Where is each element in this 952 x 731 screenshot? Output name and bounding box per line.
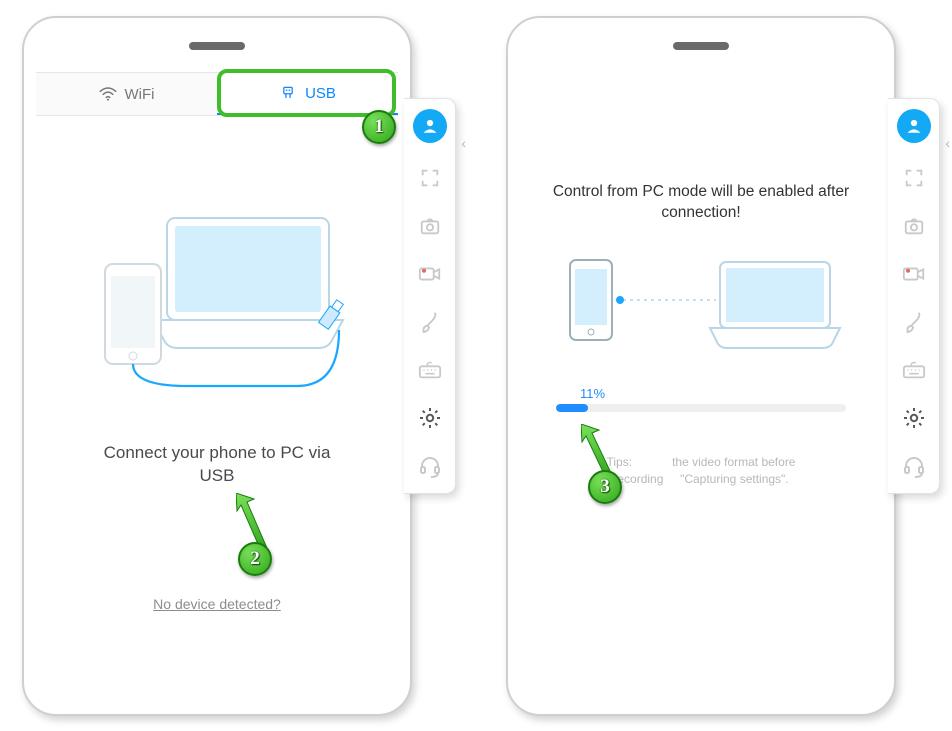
- person-icon: [905, 117, 923, 135]
- step-badge-3-num: 3: [600, 476, 610, 498]
- screenshot-button[interactable]: [901, 213, 927, 239]
- tips-prefix: Tips:: [607, 455, 633, 469]
- brush-icon: [903, 310, 925, 334]
- fullscreen-icon: [903, 167, 925, 189]
- connecting-heading: Control from PC mode will be enabled aft…: [551, 182, 851, 224]
- keyboard-icon: [418, 360, 442, 380]
- tips-end: "Capturing settings".: [680, 472, 789, 486]
- draw-button[interactable]: [901, 309, 927, 335]
- progress-percent: 11%: [580, 386, 605, 401]
- usb-icon: [279, 86, 297, 100]
- left-panel: WiFi USB: [22, 16, 446, 716]
- screenshot-button[interactable]: [417, 213, 443, 239]
- right-panel: Control from PC mode will be enabled aft…: [506, 16, 930, 716]
- no-device-link[interactable]: No device detected?: [153, 596, 281, 612]
- brush-icon: [419, 310, 441, 334]
- fullscreen-button[interactable]: [417, 165, 443, 191]
- phone-speaker: [189, 42, 245, 50]
- draw-button[interactable]: [417, 309, 443, 335]
- tab-wifi[interactable]: WiFi: [36, 73, 217, 115]
- phone-to-laptop-illustration: [556, 254, 846, 354]
- tab-wifi-label: WiFi: [125, 86, 155, 103]
- person-icon: [421, 117, 439, 135]
- step-badge-1: 1: [362, 110, 396, 144]
- gear-icon: [902, 406, 926, 430]
- side-rail-right: ‹: [888, 98, 940, 494]
- keyboard-icon: [902, 360, 926, 380]
- step-badge-3: 3: [588, 470, 622, 504]
- phone-frame-left: WiFi USB: [22, 16, 412, 716]
- connection-tabbar: WiFi USB: [36, 72, 398, 116]
- tab-usb-label: USB: [305, 85, 336, 102]
- step-badge-2-num: 2: [250, 548, 260, 570]
- record-button[interactable]: [901, 261, 927, 287]
- gear-icon: [418, 406, 442, 430]
- settings-button[interactable]: [901, 405, 927, 431]
- progress-bar: [556, 404, 846, 412]
- headset-icon: [902, 454, 926, 478]
- phone-frame-right: Control from PC mode will be enabled aft…: [506, 16, 896, 716]
- record-icon: [902, 263, 926, 285]
- side-rail-left: ‹: [404, 98, 456, 494]
- tab-usb[interactable]: USB: [217, 73, 398, 115]
- usb-connect-illustration: [87, 210, 347, 390]
- headset-icon: [418, 454, 442, 478]
- camera-icon: [903, 215, 925, 237]
- connect-instruction: Connect your phone to PC via USB: [87, 442, 347, 488]
- camera-icon: [419, 215, 441, 237]
- rail-collapse-chevron-icon[interactable]: ‹: [945, 135, 950, 151]
- progress-bar-fill: [556, 404, 588, 412]
- support-button[interactable]: [417, 453, 443, 479]
- record-button[interactable]: [417, 261, 443, 287]
- fullscreen-button[interactable]: [901, 165, 927, 191]
- fullscreen-icon: [419, 167, 441, 189]
- keyboard-button[interactable]: [417, 357, 443, 383]
- step-badge-2: 2: [238, 542, 272, 576]
- wifi-icon: [99, 87, 117, 101]
- phone-speaker: [673, 42, 729, 50]
- support-button[interactable]: [901, 453, 927, 479]
- settings-button[interactable]: [417, 405, 443, 431]
- record-icon: [418, 263, 442, 285]
- account-avatar-button[interactable]: [413, 109, 447, 143]
- step-badge-1-num: 1: [374, 116, 384, 138]
- keyboard-button[interactable]: [901, 357, 927, 383]
- account-avatar-button[interactable]: [897, 109, 931, 143]
- rail-collapse-chevron-icon[interactable]: ‹: [461, 135, 466, 151]
